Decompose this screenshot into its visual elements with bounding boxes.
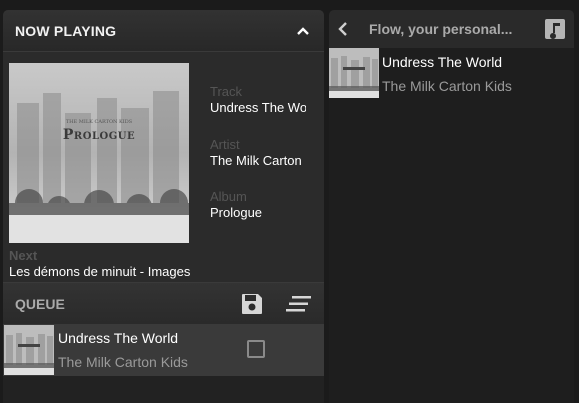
- flow-item-title: Undress The World: [382, 54, 503, 70]
- artist-label: Artist: [210, 137, 240, 152]
- album-cover: Prologue The Milk Carton Kids: [9, 63, 189, 243]
- list-icon[interactable]: [286, 295, 312, 313]
- track-label: Track: [210, 84, 243, 99]
- queue-item-artist: The Milk Carton Kids: [58, 354, 188, 370]
- now-playing-panel: NOW PLAYING Prologue THE MILK CARTON KID…: [3, 10, 324, 403]
- flow-panel: Flow, your personal... Undress The World…: [329, 10, 574, 403]
- flow-header: Flow, your personal...: [329, 10, 574, 48]
- save-icon[interactable]: [240, 292, 264, 316]
- queue-item-checkbox[interactable]: [247, 340, 265, 358]
- album-label: Album: [210, 189, 247, 204]
- cover-title: Prologue: [62, 127, 136, 143]
- queue-item-thumbnail: [4, 325, 54, 375]
- track-value: Undress The World: [210, 100, 306, 115]
- now-playing-header: NOW PLAYING: [3, 10, 324, 52]
- next-track: Next Les démons de minuit - Images: [9, 248, 309, 280]
- chevron-up-icon[interactable]: [294, 22, 312, 40]
- queue-title: QUEUE: [15, 295, 65, 312]
- artist-meta: Artist The Milk Carton Kids: [210, 137, 306, 169]
- artist-value: The Milk Carton Kids: [210, 153, 306, 168]
- queue-header: QUEUE: [3, 282, 324, 324]
- now-playing-title: NOW PLAYING: [15, 22, 117, 39]
- flow-item-thumbnail: [329, 48, 379, 98]
- next-value: Les démons de minuit - Images: [9, 264, 191, 279]
- flow-title: Flow, your personal...: [369, 21, 513, 37]
- queue-item-title: Undress The World: [58, 330, 179, 346]
- cover-subtitle: The Milk Carton Kids: [65, 119, 133, 125]
- album-meta: Album Prologue: [210, 189, 306, 221]
- flow-item-artist: The Milk Carton Kids: [382, 78, 512, 94]
- flow-item[interactable]: Undress The World The Milk Carton Kids: [329, 48, 574, 100]
- track-meta: Track Undress The World: [210, 84, 306, 116]
- back-arrow-icon[interactable]: [337, 20, 353, 38]
- album-value: Prologue: [210, 205, 263, 220]
- now-playing-body: Prologue The Milk Carton Kids Track Undr…: [3, 52, 324, 282]
- queue-item[interactable]: Undress The World The Milk Carton Kids: [3, 324, 324, 376]
- music-note-icon[interactable]: [544, 18, 566, 40]
- next-label: Next: [9, 248, 38, 263]
